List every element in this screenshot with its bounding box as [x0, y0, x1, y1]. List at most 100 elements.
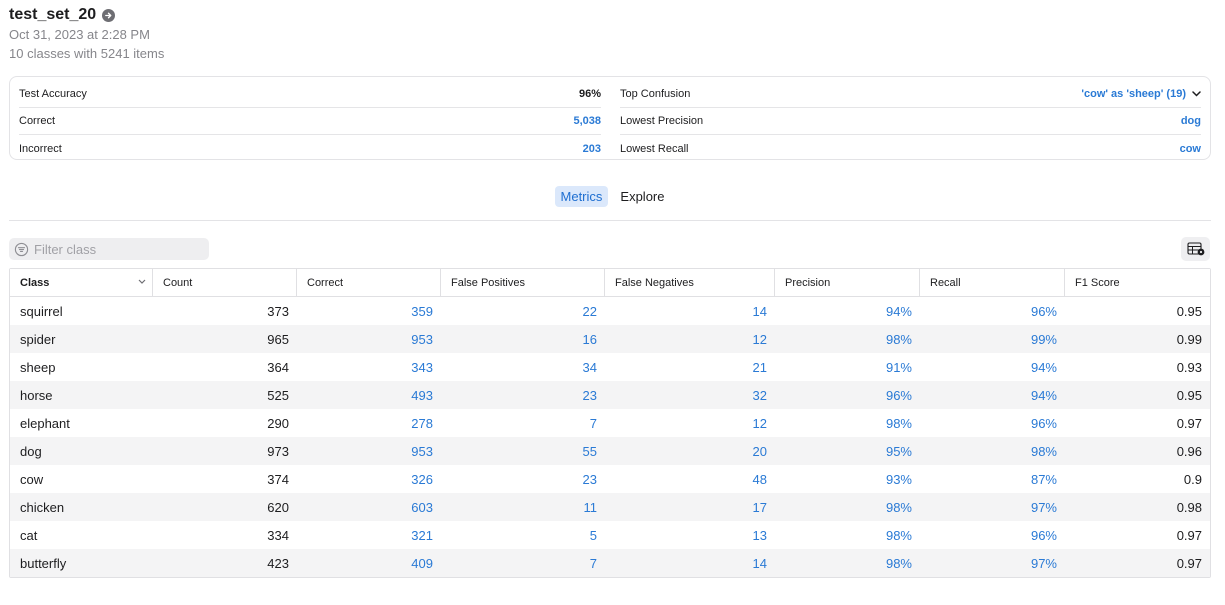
cell-f1-score: 0.97 — [1176, 527, 1202, 543]
tab-metrics[interactable]: Metrics — [554, 186, 609, 207]
chevron-down-icon — [138, 279, 146, 284]
cell-false-positives[interactable]: 11 — [441, 493, 605, 521]
cell-precision[interactable]: 95% — [775, 437, 920, 465]
cell-recall[interactable]: 97% — [920, 549, 1065, 577]
cell-false-positives[interactable]: 16 — [441, 325, 605, 353]
summary-row-top-confusion[interactable]: Top Confusion 'cow' as 'sheep' (19) — [620, 81, 1201, 108]
column-label: False Positives — [451, 276, 525, 289]
table-row[interactable]: dog 973 953 55 20 95% 98% 0.96 — [10, 437, 1210, 465]
filter-class-input[interactable] — [34, 241, 204, 257]
cell-f1-score: 0.97 — [1176, 555, 1202, 571]
incorrect-count-link[interactable]: 203 — [583, 143, 601, 155]
cell-false-positives[interactable]: 23 — [441, 381, 605, 409]
table-row[interactable]: squirrel 373 359 22 14 94% 96% 0.95 — [10, 297, 1210, 325]
cell-recall[interactable]: 87% — [920, 465, 1065, 493]
cell-false-negatives[interactable]: 13 — [605, 521, 775, 549]
column-header-recall[interactable]: Recall — [920, 269, 1065, 296]
table-row[interactable]: cow 374 326 23 48 93% 87% 0.9 — [10, 465, 1210, 493]
cell-recall[interactable]: 94% — [920, 353, 1065, 381]
cell-recall[interactable]: 96% — [920, 297, 1065, 325]
cell-correct[interactable]: 326 — [297, 465, 441, 493]
column-header-class[interactable]: Class — [10, 269, 153, 296]
summary-row-lowest-recall[interactable]: Lowest Recall cow — [620, 135, 1201, 162]
column-label: F1 Score — [1075, 276, 1120, 289]
table-row[interactable]: butterfly 423 409 7 14 98% 97% 0.97 — [10, 549, 1210, 577]
summary-row-correct[interactable]: Correct 5,038 — [19, 108, 601, 135]
column-header-precision[interactable]: Precision — [775, 269, 920, 296]
tab-explore[interactable]: Explore — [614, 186, 670, 207]
cell-false-negatives[interactable]: 17 — [605, 493, 775, 521]
cell-false-negatives[interactable]: 32 — [605, 381, 775, 409]
cell-false-positives[interactable]: 7 — [441, 409, 605, 437]
cell-correct[interactable]: 343 — [297, 353, 441, 381]
cell-recall[interactable]: 94% — [920, 381, 1065, 409]
cell-false-positives[interactable]: 5 — [441, 521, 605, 549]
cell-false-positives[interactable]: 34 — [441, 353, 605, 381]
cell-false-positives[interactable]: 23 — [441, 465, 605, 493]
lowest-precision-link[interactable]: dog — [1181, 115, 1201, 127]
cell-precision[interactable]: 94% — [775, 297, 920, 325]
column-header-correct[interactable]: Correct — [297, 269, 441, 296]
table-row[interactable]: elephant 290 278 7 12 98% 96% 0.97 — [10, 409, 1210, 437]
summary-label: Incorrect — [19, 142, 62, 155]
cell-correct[interactable]: 359 — [297, 297, 441, 325]
table-row[interactable]: sheep 364 343 34 21 91% 94% 0.93 — [10, 353, 1210, 381]
cell-class: squirrel — [20, 303, 63, 319]
cell-correct[interactable]: 321 — [297, 521, 441, 549]
cell-false-positives[interactable]: 22 — [441, 297, 605, 325]
cell-f1-score: 0.97 — [1176, 415, 1202, 431]
cell-false-negatives[interactable]: 21 — [605, 353, 775, 381]
cell-false-negatives[interactable]: 12 — [605, 325, 775, 353]
cell-recall[interactable]: 96% — [920, 521, 1065, 549]
cell-recall[interactable]: 98% — [920, 437, 1065, 465]
cell-precision[interactable]: 93% — [775, 465, 920, 493]
cell-correct[interactable]: 409 — [297, 549, 441, 577]
cell-count: 965 — [267, 331, 289, 347]
filter-field[interactable] — [9, 238, 209, 260]
cell-class: butterfly — [20, 555, 67, 571]
summary-row-lowest-precision[interactable]: Lowest Precision dog — [620, 108, 1201, 135]
cell-f1-score: 0.9 — [1183, 471, 1202, 487]
column-header-false-positives[interactable]: False Positives — [441, 269, 605, 296]
table-row[interactable]: chicken 620 603 11 17 98% 97% 0.98 — [10, 493, 1210, 521]
cell-correct[interactable]: 603 — [297, 493, 441, 521]
cell-precision[interactable]: 98% — [775, 493, 920, 521]
summary-row-incorrect[interactable]: Incorrect 203 — [19, 135, 601, 162]
cell-correct[interactable]: 953 — [297, 437, 441, 465]
table-row[interactable]: spider 965 953 16 12 98% 99% 0.99 — [10, 325, 1210, 353]
cell-false-negatives[interactable]: 14 — [605, 297, 775, 325]
cell-false-negatives[interactable]: 14 — [605, 549, 775, 577]
table-settings-button[interactable] — [1181, 237, 1210, 261]
cell-count: 373 — [267, 303, 289, 319]
cell-precision[interactable]: 98% — [775, 325, 920, 353]
cell-false-positives[interactable]: 7 — [441, 549, 605, 577]
cell-recall[interactable]: 97% — [920, 493, 1065, 521]
cell-class: cow — [20, 471, 44, 487]
cell-false-negatives[interactable]: 12 — [605, 409, 775, 437]
page-header: test_set_20 Oct 31, 2023 at 2:28 PM 10 c… — [9, 5, 164, 63]
lowest-recall-link[interactable]: cow — [1180, 143, 1201, 155]
cell-precision[interactable]: 98% — [775, 549, 920, 577]
column-header-count[interactable]: Count — [153, 269, 297, 296]
correct-count-link[interactable]: 5,038 — [573, 115, 601, 127]
cell-correct[interactable]: 953 — [297, 325, 441, 353]
table-row[interactable]: cat 334 321 5 13 98% 96% 0.97 — [10, 521, 1210, 549]
cell-correct[interactable]: 278 — [297, 409, 441, 437]
table-row[interactable]: horse 525 493 23 32 96% 94% 0.95 — [10, 381, 1210, 409]
summary-left: Test Accuracy 96% Correct 5,038 Incorrec… — [19, 81, 601, 157]
cell-recall[interactable]: 99% — [920, 325, 1065, 353]
cell-precision[interactable]: 96% — [775, 381, 920, 409]
top-confusion-dropdown[interactable]: 'cow' as 'sheep' (19) — [1081, 88, 1201, 100]
column-header-f1-score[interactable]: F1 Score — [1065, 269, 1210, 296]
arrow-right-circle-icon[interactable] — [102, 8, 116, 22]
cell-false-negatives[interactable]: 20 — [605, 437, 775, 465]
cell-false-negatives[interactable]: 48 — [605, 465, 775, 493]
cell-correct[interactable]: 493 — [297, 381, 441, 409]
cell-precision[interactable]: 98% — [775, 521, 920, 549]
cell-precision[interactable]: 98% — [775, 409, 920, 437]
column-header-false-negatives[interactable]: False Negatives — [605, 269, 775, 296]
view-tabs: Metrics Explore — [0, 186, 1225, 207]
cell-precision[interactable]: 91% — [775, 353, 920, 381]
cell-recall[interactable]: 96% — [920, 409, 1065, 437]
cell-false-positives[interactable]: 55 — [441, 437, 605, 465]
